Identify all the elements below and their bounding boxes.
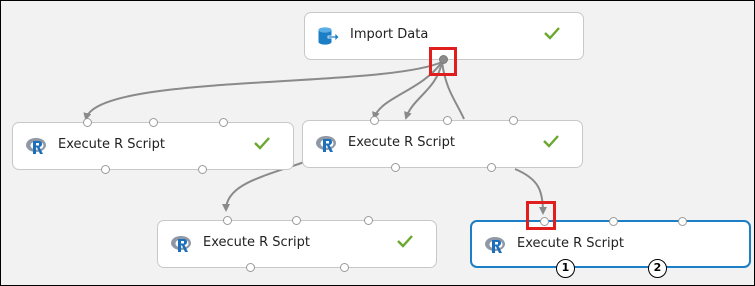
r-logo-icon	[485, 237, 505, 253]
module-label: Execute R Script	[203, 235, 310, 250]
experiment-canvas[interactable]: Import Data Execute R Script Execute R S…	[0, 0, 755, 286]
input-port-3[interactable]	[509, 116, 518, 125]
completed-check-icon	[543, 135, 559, 148]
module-label: Execute R Script	[58, 137, 165, 152]
output-port-1[interactable]	[391, 163, 400, 172]
input-port-3[interactable]	[364, 216, 373, 225]
input-port-2[interactable]	[292, 216, 301, 225]
module-label: Execute R Script	[517, 236, 624, 251]
input-port-2[interactable]	[609, 217, 618, 226]
output-port-1[interactable]	[246, 263, 255, 272]
module-execute-r-script-4[interactable]: Execute R Script 1 2	[470, 217, 751, 278]
module-label: Execute R Script	[348, 135, 455, 150]
module-label: Import Data	[350, 27, 429, 42]
r-logo-icon	[316, 136, 336, 152]
input-port-2[interactable]	[149, 118, 158, 127]
module-execute-r-script-3[interactable]: Execute R Script	[157, 216, 437, 272]
output-port-badge-2[interactable]: 2	[648, 259, 667, 278]
output-port-2[interactable]	[340, 263, 349, 272]
input-port-3[interactable]	[678, 217, 687, 226]
completed-check-icon	[544, 27, 560, 40]
connector-import-to-r1	[83, 61, 443, 121]
completed-check-icon	[254, 137, 270, 150]
module-execute-r-script-2[interactable]: Execute R Script	[302, 116, 583, 172]
input-port-1[interactable]	[223, 216, 232, 225]
output-port-1[interactable]	[101, 165, 110, 174]
module-execute-r-script-1[interactable]: Execute R Script	[12, 118, 294, 174]
input-port-3[interactable]	[219, 118, 228, 127]
r-logo-icon	[26, 138, 46, 154]
highlight-box-input-port	[526, 201, 556, 230]
input-port-1[interactable]	[370, 116, 379, 125]
input-port-1[interactable]	[83, 118, 92, 127]
import-data-icon	[318, 27, 339, 45]
output-port-2[interactable]	[198, 165, 207, 174]
output-port-2[interactable]	[487, 163, 496, 172]
output-port-badge-1[interactable]: 1	[556, 259, 575, 278]
r-logo-icon	[171, 236, 191, 252]
highlight-box-output-port	[429, 47, 457, 76]
completed-check-icon	[397, 235, 413, 248]
input-port-2[interactable]	[443, 116, 452, 125]
